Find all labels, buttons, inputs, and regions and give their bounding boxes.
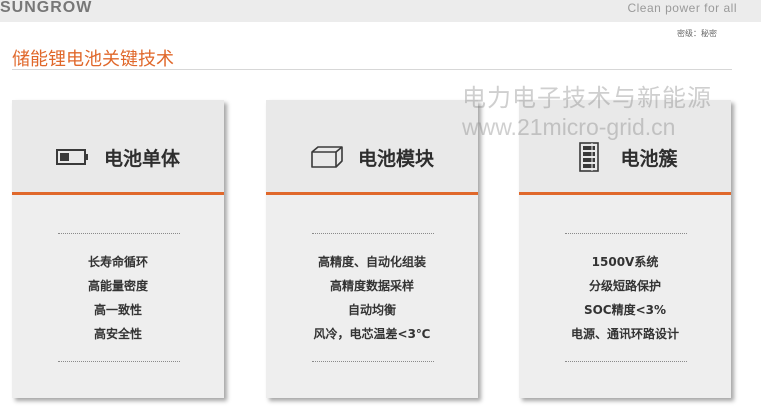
feature-list: 1500V系统 分级短路保护 SOC精度<3% 电源、通讯环路设计 (519, 250, 731, 346)
page-title: 储能锂电池关键技术 (12, 49, 174, 70)
feature-item: 高精度、自动化组装 (317, 255, 426, 269)
feature-item: 自动均衡 (347, 303, 396, 317)
card-heading: 电池簇 (519, 140, 731, 174)
battery-module-icon (310, 144, 344, 170)
title-divider (12, 69, 732, 70)
card-heading: 电池模块 (266, 140, 478, 174)
card-separator (312, 233, 434, 234)
battery-cell-icon (55, 144, 90, 170)
card-battery-cell: 电池单体 长寿命循环 高能量密度 高一致性 高安全性 (12, 100, 224, 398)
feature-item: 1500V系统 (591, 255, 659, 269)
feature-item: 高一致性 (93, 303, 142, 317)
classification-label: 密级：秘密 (677, 29, 717, 38)
feature-item: 高安全性 (93, 327, 142, 341)
battery-cluster-icon (572, 142, 606, 172)
card-separator (58, 361, 180, 362)
card-separator (58, 233, 180, 234)
watermark-text: 电力电子技术与新能源 (462, 84, 712, 112)
feature-list: 长寿命循环 高能量密度 高一致性 高安全性 (12, 250, 224, 346)
feature-list: 高精度、自动化组装 高精度数据采样 自动均衡 风冷，电芯温差<3℃ (266, 250, 478, 346)
card-title: 电池簇 (620, 147, 678, 170)
card-accent-bar (12, 192, 224, 195)
feature-item: 风冷，电芯温差<3℃ (313, 327, 431, 341)
card-separator (565, 233, 687, 234)
card-separator (565, 361, 687, 362)
feature-item: 分级短路保护 (588, 279, 661, 293)
feature-item: 电源、通讯环路设计 (570, 327, 679, 341)
card-accent-bar (519, 192, 731, 195)
card-heading: 电池单体 (12, 140, 224, 174)
watermark-url: www.21micro-grid.cn (462, 114, 676, 140)
brand-logo: SUNGROW (0, 0, 93, 16)
card-battery-cluster: 电池簇 1500V系统 分级短路保护 SOC精度<3% 电源、通讯环路设计 (519, 100, 731, 398)
card-title: 电池单体 (103, 147, 180, 170)
feature-item: 高能量密度 (87, 279, 148, 293)
card-battery-module: 电池模块 高精度、自动化组装 高精度数据采样 自动均衡 风冷，电芯温差<3℃ (266, 100, 478, 398)
feature-item: SOC精度<3% (583, 303, 667, 317)
card-title: 电池模块 (357, 147, 434, 170)
feature-item: 高精度数据采样 (329, 279, 414, 293)
feature-item: 长寿命循环 (87, 255, 148, 269)
card-accent-bar (266, 192, 478, 195)
card-separator (312, 361, 434, 362)
brand-slogan: Clean power for all (627, 1, 737, 15)
